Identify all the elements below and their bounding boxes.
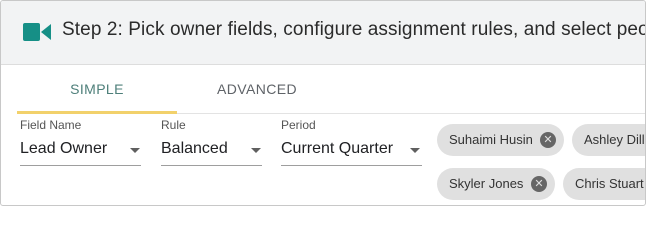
- assignment-panel: Step 2: Pick owner fields, configure ass…: [0, 0, 646, 206]
- tab-simple[interactable]: SIMPLE: [17, 65, 177, 114]
- field-name-select[interactable]: Field Name Lead Owner: [20, 118, 141, 166]
- period-select[interactable]: Period Current Quarter: [281, 118, 422, 166]
- period-underline: [281, 165, 422, 166]
- chevron-down-icon: [410, 148, 420, 153]
- chip-label: Suhaimi Husin: [449, 132, 533, 147]
- rule-select[interactable]: Rule Balanced: [161, 118, 262, 166]
- field-name-label: Field Name: [20, 118, 82, 132]
- field-name-underline: [20, 165, 141, 166]
- period-label: Period: [281, 118, 316, 132]
- remove-icon[interactable]: ✕: [531, 176, 547, 192]
- remove-icon[interactable]: ✕: [540, 132, 556, 148]
- step-header: Step 2: Pick owner fields, configure ass…: [1, 1, 646, 65]
- mode-tabs: SIMPLE ADVANCED: [17, 65, 645, 114]
- tab-advanced[interactable]: ADVANCED: [177, 65, 337, 114]
- rule-value: Balanced: [161, 140, 228, 157]
- video-camera-icon: [23, 23, 51, 41]
- chip-label: Skyler Jones: [449, 176, 524, 191]
- chevron-down-icon: [251, 148, 261, 153]
- rule-label: Rule: [161, 118, 186, 132]
- rule-underline: [161, 165, 262, 166]
- chip-label: Ashley Dillon: [584, 132, 645, 147]
- person-chip-skyler-jones[interactable]: Skyler Jones ✕: [437, 168, 555, 200]
- person-chip-ashley-dillon[interactable]: Ashley Dillon: [572, 124, 645, 156]
- chevron-down-icon: [130, 148, 140, 153]
- person-chip-suhaimi-husin[interactable]: Suhaimi Husin ✕: [437, 124, 564, 156]
- chip-label: Chris Stuart: [575, 176, 644, 191]
- step-title: Step 2: Pick owner fields, configure ass…: [62, 19, 646, 40]
- period-value: Current Quarter: [281, 140, 394, 157]
- field-name-value: Lead Owner: [20, 140, 108, 157]
- person-chip-chris-stuart[interactable]: Chris Stuart: [563, 168, 645, 200]
